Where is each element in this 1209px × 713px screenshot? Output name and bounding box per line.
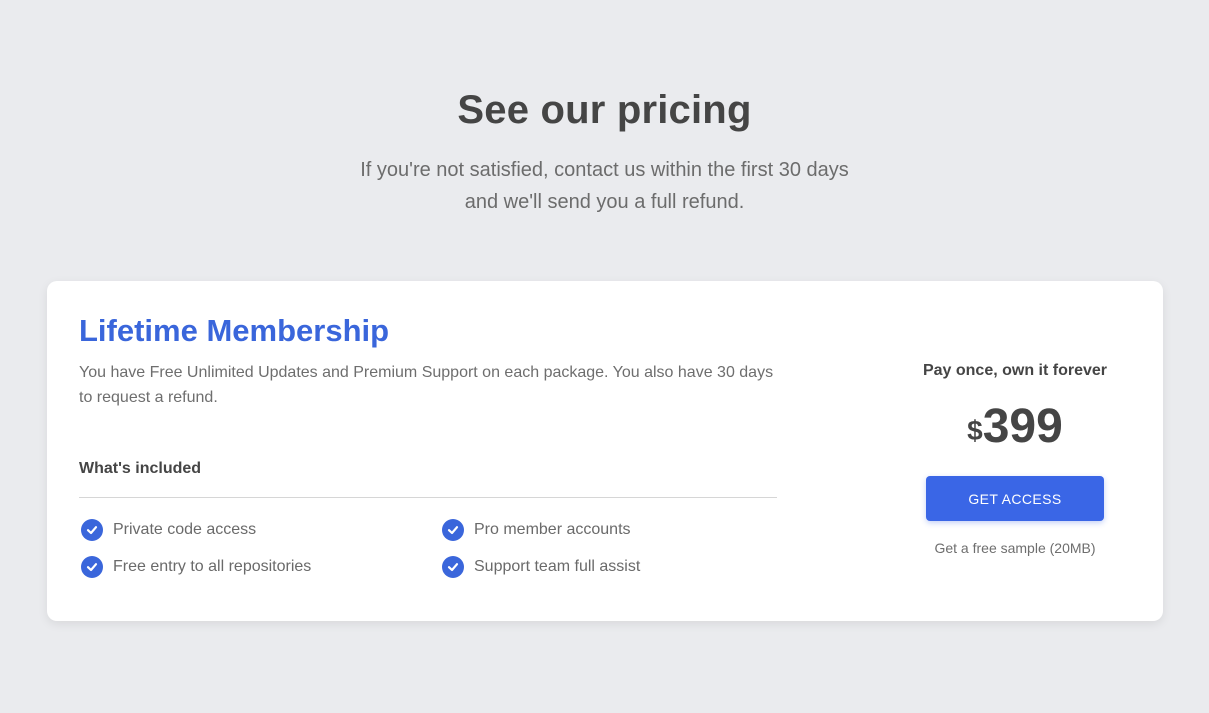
- subtitle-line-1: If you're not satisfied, contact us with…: [360, 159, 849, 181]
- feature-item: Free entry to all repositories: [79, 555, 311, 579]
- check-circle-icon: [442, 556, 464, 578]
- plan-description: You have Free Unlimited Updates and Prem…: [79, 364, 774, 406]
- page-title: See our pricing: [457, 88, 752, 132]
- check-circle-icon: [442, 519, 464, 541]
- feature-label: Pro member accounts: [474, 521, 631, 538]
- feature-item: Private code access: [79, 518, 256, 542]
- get-access-button[interactable]: GET ACCESS: [926, 476, 1104, 521]
- price-currency: $: [967, 415, 983, 446]
- feature-label: Free entry to all repositories: [113, 558, 312, 575]
- pricing-card: Lifetime Membership You have Free Unlimi…: [47, 281, 1163, 621]
- check-circle-icon: [81, 556, 103, 578]
- plan-title: Lifetime Membership: [79, 313, 390, 348]
- price-amount: 399: [982, 400, 1063, 453]
- feature-item: Pro member accounts: [440, 518, 631, 542]
- feature-label: Support team full assist: [474, 558, 641, 575]
- feature-item: Support team full assist: [440, 555, 640, 579]
- price: $399: [910, 399, 1120, 454]
- subtitle-line-2: and we'll send you a full refund.: [464, 191, 745, 213]
- pay-once-label: Pay once, own it forever: [922, 362, 1108, 379]
- feature-label: Private code access: [113, 521, 257, 538]
- free-sample-link[interactable]: Get a free sample (20MB): [910, 540, 1120, 556]
- price-panel: Pay once, own it forever $399 GET ACCESS…: [910, 281, 1120, 621]
- included-heading: What's included: [79, 460, 202, 477]
- check-circle-icon: [81, 519, 103, 541]
- page-subtitle: If you're not satisfied, contact us with…: [0, 154, 1209, 218]
- divider: [79, 497, 777, 498]
